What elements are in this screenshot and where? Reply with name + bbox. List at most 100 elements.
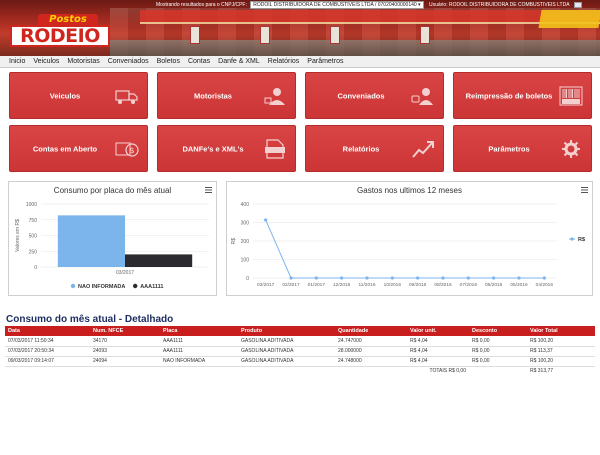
totals-value: R$ 313,77 [530, 368, 554, 375]
y-tick-label: 0 [34, 265, 37, 271]
nav-boletos[interactable]: Boletos [153, 56, 184, 68]
svg-text:$: $ [129, 146, 134, 155]
col-num-nfce[interactable]: Num. NFCE [90, 326, 160, 336]
col-valor-total[interactable]: Valor Total [527, 326, 595, 336]
cnpj-value: RODOIL DISTRIBUIDORA DE COMBUSTIVEIS LTD… [253, 1, 417, 8]
cell: GASOLINA ADITIVADA [238, 356, 335, 367]
tile-label: Veiculos [49, 91, 81, 100]
tile-label: Conveniados [337, 91, 385, 100]
y-tick-label: 250 [29, 249, 38, 255]
nav-danfe-xml[interactable]: Danfe & XML [214, 56, 264, 68]
xml-file-icon [265, 138, 285, 159]
tile-contas-aberto[interactable]: Contas em Aberto $ [9, 125, 148, 172]
nav-motoristas[interactable]: Motoristas [63, 56, 103, 68]
bar-chart: 1000 750 500 250 0 Valores em R$ 03/2017 NAO IN… [15, 202, 209, 290]
cell: 34170 [90, 336, 160, 347]
tile-label: Reimpressão de boletos [465, 91, 553, 100]
table-row: 09/03/2017 09:14:07 24094 NAO INFORMADA … [5, 356, 595, 367]
tile-parametros[interactable]: Parâmetros [453, 125, 592, 172]
fuel-pump-icon [420, 26, 430, 44]
header-canopy [140, 10, 600, 24]
col-valor-unit[interactable]: Valor unit. [407, 326, 469, 336]
logo[interactable]: Postos RODEIO [10, 14, 110, 47]
fuel-pump-icon [330, 26, 340, 44]
cell: R$ 100,20 [527, 356, 595, 367]
tile-label: DANFe's e XML's [182, 144, 244, 153]
line-chart: 400 300 200 100 0 R$ 03/2017 02/2017 01/2017 12/2… [231, 202, 585, 288]
tile-label: Motoristas [194, 91, 232, 100]
series-line [265, 219, 545, 279]
data-point [466, 276, 470, 280]
fuel-pump-icon [190, 26, 200, 44]
cell: 28.000000 [335, 346, 407, 357]
legend-label: AAA1111 [140, 284, 163, 290]
fuel-pump-icon [260, 26, 270, 44]
nav-contas[interactable]: Contas [184, 56, 214, 68]
cell: R$ 4,04 [407, 356, 469, 367]
table-header-row: Data Num. NFCE Placa Produto Quantidade … [5, 326, 595, 336]
legend-marker [70, 283, 76, 289]
driver-icon [264, 87, 285, 105]
x-tick-label: 10/2016 [384, 282, 402, 288]
cell: R$ 0,00 [469, 336, 527, 347]
data-point [340, 276, 344, 280]
nav-relatorios[interactable]: Relatórios [264, 56, 304, 68]
cell: R$ 0,00 [469, 356, 527, 367]
legend-marker [570, 237, 574, 241]
data-point [390, 276, 394, 280]
chart-gastos-12-meses: Gastos nos ultimos 12 meses 400 300 200 100… [226, 181, 593, 296]
tile-veiculos[interactable]: Veiculos [9, 72, 148, 119]
col-desconto[interactable]: Desconto [469, 326, 527, 336]
cell [469, 366, 527, 376]
x-tick-label: 03/2017 [116, 270, 134, 276]
nav-inicio[interactable]: Inicio [0, 56, 29, 68]
y-tick-label: 0 [246, 276, 249, 282]
x-tick-label: 01/2017 [308, 282, 326, 288]
y-tick-label: 750 [29, 218, 38, 224]
cell: NAO INFORMADA [160, 356, 238, 367]
data-point [264, 218, 268, 222]
barcode-icon [559, 86, 583, 105]
col-quantidade[interactable]: Quantidade [335, 326, 407, 336]
x-tick-label: 06/2016 [485, 282, 503, 288]
tile-danfe-xml[interactable]: DANFe's e XML's [157, 125, 296, 172]
data-point [517, 276, 521, 280]
table-row: 07/03/2017 11:50:34 34170 AAA1111 GASOLI… [5, 336, 595, 347]
cell: GASOLINA ADITIVADA [238, 336, 335, 347]
money-icon: $ [115, 142, 139, 157]
nav-conveniados[interactable]: Conveniados [104, 56, 153, 68]
partner-icon [411, 87, 433, 105]
data-point [314, 276, 318, 280]
top-bar: Mostrando resultados para o CNPJ/CPF: RO… [156, 0, 600, 10]
tile-reimpressao-boletos[interactable]: Reimpressão de boletos [453, 72, 592, 119]
x-tick-label: 11/2016 [359, 282, 376, 288]
header-ground [110, 40, 600, 56]
data-point [289, 276, 293, 280]
nav-veiculos[interactable]: Veiculos [29, 56, 63, 68]
tile-relatorios[interactable]: Relatórios [305, 125, 444, 172]
y-tick-label: 200 [241, 239, 250, 245]
header-banner: Postos RODEIO Mostrando resultados para … [0, 0, 600, 56]
y-axis-label: R$ [231, 238, 237, 245]
tile-label: Parâmetros [488, 144, 530, 153]
col-placa[interactable]: Placa [160, 326, 238, 336]
nav-parametros[interactable]: Parâmetros [303, 56, 347, 68]
col-data[interactable]: Data [5, 326, 90, 336]
table-row: 07/03/2017 20:50:34 24093 AAA1111 GASOLI… [5, 346, 595, 357]
cell: R$ 100,20 [527, 336, 595, 347]
cell: 07/03/2017 20:50:34 [5, 346, 90, 357]
gear-icon [562, 139, 580, 158]
page: Postos RODEIO Mostrando resultados para … [0, 0, 600, 455]
y-tick-label: 100 [241, 258, 250, 264]
cell: AAA1111 [160, 346, 238, 357]
cell: 24.748000 [335, 356, 407, 367]
cell: 24.747000 [335, 336, 407, 347]
cnpj-select[interactable]: RODOIL DISTRIBUIDORA DE COMBUSTIVEIS LTD… [250, 0, 424, 9]
cell: R$ 0,00 [469, 346, 527, 357]
user-label: Usuário: RODOIL DISTRIBUIDORA DE COMBUST… [428, 2, 570, 8]
tile-motoristas[interactable]: Motoristas [157, 72, 296, 119]
flag-icon[interactable] [573, 1, 582, 8]
tile-conveniados[interactable]: Conveniados [305, 72, 444, 119]
cell: GASOLINA ADITIVADA [238, 346, 335, 357]
col-produto[interactable]: Produto [238, 326, 335, 336]
